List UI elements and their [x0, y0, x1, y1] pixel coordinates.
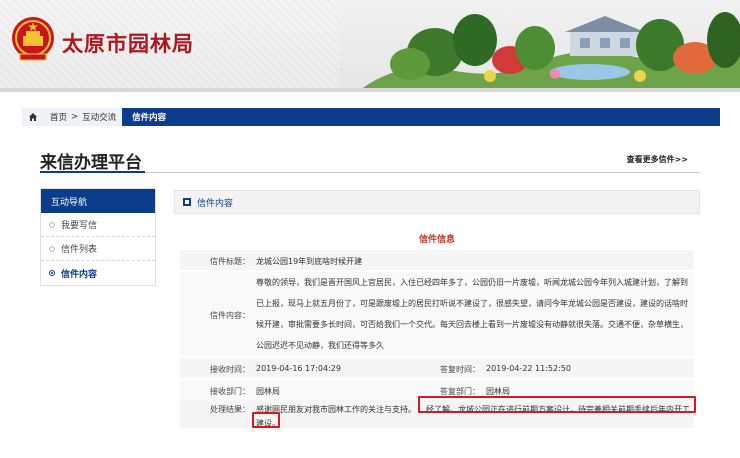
- more-letters-link[interactable]: 查看更多信件>>: [627, 154, 688, 165]
- site-title: 太原市园林局: [62, 31, 194, 56]
- highlight-box-result: [418, 396, 696, 413]
- breadcrumb-home-link[interactable]: 首页: [50, 111, 67, 123]
- site-header: 太原市园林局: [0, 0, 740, 90]
- breadcrumb-separator: >: [71, 112, 79, 122]
- letter-time-row: 接收时间： 2019-04-16 17:04:29 答复时间： 2019-04-…: [180, 358, 694, 378]
- page-title: 来信办理平台: [40, 153, 142, 173]
- square-bullet-icon: [183, 198, 191, 206]
- radio-bullet-icon: [49, 270, 55, 276]
- home-icon[interactable]: [22, 108, 44, 126]
- breadcrumb-links: 首页 > 互动交流: [44, 108, 123, 126]
- subject-value: 龙城公园19年到底啥时候开建: [256, 257, 363, 266]
- national-emblem-icon: [12, 17, 54, 61]
- header-divider: [0, 88, 740, 92]
- bullet-icon: [49, 221, 55, 228]
- sidebar-item-label: 我要写信: [61, 221, 98, 231]
- sidebar-nav: 互动导航 我要写信 信件列表 信件内容: [40, 188, 156, 286]
- bullet-icon: [49, 245, 55, 252]
- result-text-intro: 感谢网民朋友对我市园林工作的关注与支持。: [256, 405, 416, 414]
- sidebar-heading: 互动导航: [41, 189, 155, 213]
- highlight-box-result-end: [252, 412, 280, 428]
- sidebar-item-letter-content[interactable]: 信件内容: [41, 261, 155, 285]
- panel-heading: 信件内容: [174, 190, 700, 214]
- content-value: 尊敬的领导，我们是晋开国风上官居民，入住已经四年多了，公园仍旧一片废墟，听闻龙城…: [256, 278, 688, 350]
- breadcrumb: 首页 > 互动交流 信件内容: [22, 108, 720, 126]
- section-title: 信件信息: [418, 235, 455, 245]
- receiving-dept-label: 接收部门：: [210, 387, 250, 396]
- sidebar-item-label: 信件内容: [61, 269, 98, 280]
- title-divider-accent: [40, 171, 145, 173]
- breadcrumb-current: 信件内容: [122, 108, 177, 126]
- received-time-label: 接收时间：: [210, 365, 250, 374]
- replied-time-value: 2019-04-22 11:52:50: [486, 364, 571, 373]
- result-label: 处理结果：: [210, 405, 250, 414]
- letter-content-row: 信件内容： 尊敬的领导，我们是晋开国风上官居民，入住已经四年多了，公园仍旧一片废…: [180, 272, 694, 356]
- letter-detail-panel: 信件信息 信件标题： 龙城公园19年到底啥时候开建 信件内容： 尊敬的领导，我们…: [174, 224, 700, 428]
- sidebar-item-label: 信件列表: [61, 245, 98, 255]
- sidebar-item-write-letter[interactable]: 我要写信: [41, 213, 155, 237]
- panel-heading-label: 信件内容: [197, 198, 234, 209]
- replied-time-label: 答复时间：: [440, 365, 480, 374]
- garden-banner-image: [340, 0, 740, 90]
- subject-label: 信件标题：: [210, 257, 250, 266]
- sidebar-item-letter-list[interactable]: 信件列表: [41, 237, 155, 261]
- received-time-value: 2019-04-16 17:04:29: [256, 364, 341, 373]
- breadcrumb-section-link[interactable]: 互动交流: [82, 111, 116, 123]
- receiving-dept-value: 园林局: [256, 387, 280, 396]
- content-label: 信件内容：: [210, 311, 250, 320]
- letter-subject-row: 信件标题： 龙城公园19年到底啥时候开建: [180, 250, 694, 270]
